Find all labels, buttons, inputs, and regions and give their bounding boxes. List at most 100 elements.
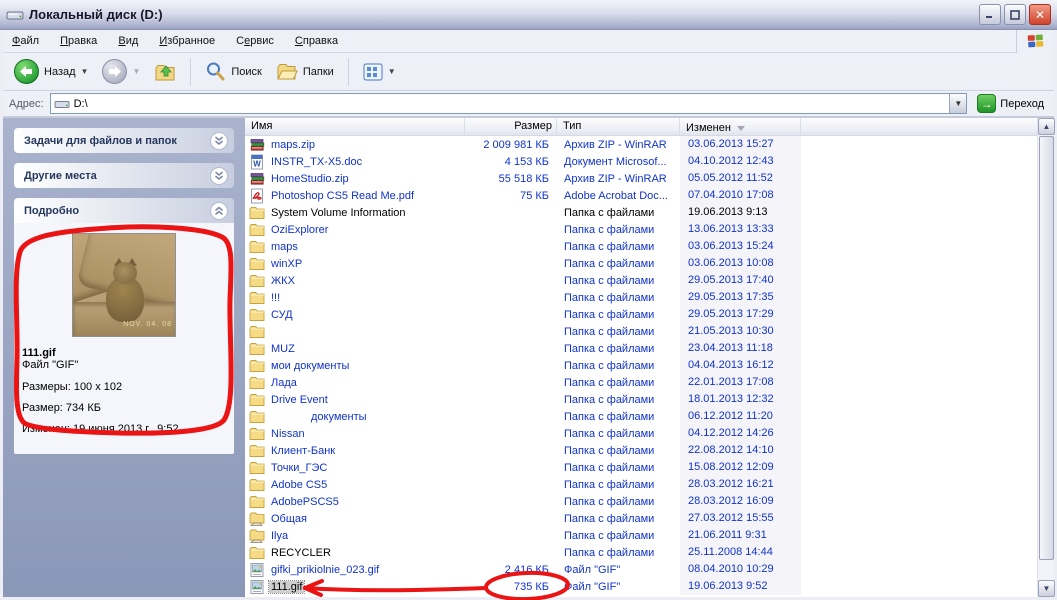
- folder-icon: [249, 426, 265, 442]
- toolbar-separator: [190, 58, 191, 86]
- table-row[interactable]: ЖКХ Папка с файлами 29.05.2013 17:40: [245, 272, 1037, 289]
- up-button[interactable]: [149, 58, 181, 86]
- forward-button[interactable]: ▼: [97, 56, 145, 87]
- file-type: Папка с файлами: [557, 258, 680, 270]
- address-value: D:\: [74, 98, 88, 110]
- file-name: Точки_ГЭС: [269, 462, 329, 474]
- file-modified: 03.06.2013 10:08: [680, 255, 801, 272]
- close-button[interactable]: ✕: [1029, 4, 1051, 25]
- chevron-down-icon[interactable]: [210, 167, 228, 185]
- panel-details-header[interactable]: Подробно: [14, 198, 234, 223]
- search-button[interactable]: Поиск: [200, 58, 266, 85]
- file-type: Папка с файлами: [557, 530, 680, 542]
- table-row[interactable]: СУД Папка с файлами 29.05.2013 17:29: [245, 306, 1037, 323]
- table-row[interactable]: документы Папка с файлами 06.12.2012 11:…: [245, 408, 1037, 425]
- table-row[interactable]: gifki_prikiolnie_023.gif 2 416 КБ Файл "…: [245, 561, 1037, 578]
- gif-icon: [249, 562, 265, 578]
- table-row[interactable]: Photoshop CS5 Read Me.pdf 75 КБ Adobe Ac…: [245, 187, 1037, 204]
- file-name: мои документы: [269, 360, 351, 372]
- column-header-modified[interactable]: Изменен: [680, 118, 801, 135]
- folders-button[interactable]: Папки: [271, 59, 339, 85]
- file-modified: 04.12.2012 14:26: [680, 425, 801, 442]
- chevron-down-icon[interactable]: [210, 132, 228, 150]
- scroll-down-icon[interactable]: ▼: [1038, 580, 1055, 597]
- table-row[interactable]: RECYCLER Папка с файлами 25.11.2008 14:4…: [245, 544, 1037, 561]
- table-row[interactable]: maps Папка с файлами 03.06.2013 15:24: [245, 238, 1037, 255]
- file-type: Adobe Acrobat Doc...: [557, 190, 680, 202]
- table-row[interactable]: Папка с файлами 21.05.2013 10:30: [245, 323, 1037, 340]
- file-modified: 27.03.2012 15:55: [680, 510, 801, 527]
- table-row[interactable]: maps.zip 2 009 981 КБ Архив ZIP - WinRAR…: [245, 136, 1037, 153]
- panel-file-tasks-header[interactable]: Задачи для файлов и папок: [14, 128, 234, 153]
- back-dropdown-icon[interactable]: ▼: [81, 67, 89, 76]
- column-header-name[interactable]: Имя: [245, 118, 465, 135]
- file-modified: 23.04.2013 11:18: [680, 340, 801, 357]
- menu-item[interactable]: Справка: [286, 31, 347, 51]
- minimize-button[interactable]: [979, 4, 1001, 25]
- file-type: Папка с файлами: [557, 292, 680, 304]
- scrollbar-thumb[interactable]: [1039, 136, 1054, 560]
- table-row[interactable]: winXP Папка с файлами 03.06.2013 10:08: [245, 255, 1037, 272]
- file-name: MUZ: [269, 343, 297, 355]
- scroll-up-icon[interactable]: ▲: [1038, 118, 1055, 135]
- table-row[interactable]: OziExplorer Папка с файлами 13.06.2013 1…: [245, 221, 1037, 238]
- details-filename: 111.gif: [22, 347, 226, 359]
- maximize-button[interactable]: [1004, 4, 1026, 25]
- table-row[interactable]: Лада Папка с файлами 22.01.2013 17:08: [245, 374, 1037, 391]
- file-modified: 07.04.2010 17:08: [680, 187, 801, 204]
- chevron-up-icon[interactable]: [210, 202, 228, 220]
- table-row[interactable]: !!! Папка с файлами 29.05.2013 17:35: [245, 289, 1037, 306]
- table-row[interactable]: Общая Папка с файлами 27.03.2012 15:55: [245, 510, 1037, 527]
- folders-label: Папки: [303, 66, 334, 78]
- file-type: Документ Microsof...: [557, 156, 680, 168]
- address-dropdown-button[interactable]: ▼: [949, 94, 966, 113]
- file-name: RECYCLER: [269, 547, 333, 559]
- menu-item[interactable]: Сервис: [227, 31, 283, 51]
- menu-item[interactable]: Файл: [3, 31, 48, 51]
- column-header-size[interactable]: Размер: [465, 118, 557, 135]
- file-type: Папка с файлами: [557, 428, 680, 440]
- table-row[interactable]: WINSTR_TX-X5.doc 4 153 КБ Документ Micro…: [245, 153, 1037, 170]
- views-dropdown-icon[interactable]: ▼: [388, 67, 396, 76]
- table-row-selected[interactable]: 111.gif 735 КБ Файл "GIF" 19.06.2013 9:5…: [245, 578, 1037, 595]
- file-type: Папка с файлами: [557, 445, 680, 457]
- table-row[interactable]: System Volume Information Папка с файлам…: [245, 204, 1037, 221]
- go-label: Переход: [1000, 98, 1044, 110]
- menu-item[interactable]: Избранное: [150, 31, 224, 51]
- file-type: Папка с файлами: [557, 513, 680, 525]
- title-bar[interactable]: Локальный диск (D:) ✕: [0, 0, 1057, 30]
- table-row[interactable]: Nissan Папка с файлами 04.12.2012 14:26: [245, 425, 1037, 442]
- file-name: HomeStudio.zip: [269, 173, 351, 185]
- table-row[interactable]: MUZ Папка с файлами 23.04.2013 11:18: [245, 340, 1037, 357]
- table-row[interactable]: Клиент-Банк Папка с файлами 22.08.2012 1…: [245, 442, 1037, 459]
- menu-bar: Файл Правка Вид Избранное Сервис Справка: [3, 30, 1054, 53]
- file-modified: 06.12.2012 11:20: [680, 408, 801, 425]
- menu-item[interactable]: Правка: [51, 31, 106, 51]
- column-header-type[interactable]: Тип: [557, 118, 680, 135]
- file-type: Папка с файлами: [557, 309, 680, 321]
- panel-other-places-header[interactable]: Другие места: [14, 163, 234, 188]
- file-modified: 29.05.2013 17:40: [680, 272, 801, 289]
- address-bar: Адрес: D:\ ▼ → Переход: [3, 91, 1054, 118]
- table-row[interactable]: Drive Event Папка с файлами 18.01.2013 1…: [245, 391, 1037, 408]
- table-row[interactable]: мои документы Папка с файлами 04.04.2013…: [245, 357, 1037, 374]
- forward-dropdown-icon[interactable]: ▼: [132, 67, 140, 76]
- file-type: Папка с файлами: [557, 275, 680, 287]
- table-row[interactable]: HomeStudio.zip 55 518 КБ Архив ZIP - Win…: [245, 170, 1037, 187]
- folder-icon: [249, 341, 265, 357]
- sort-desc-icon: [737, 126, 745, 131]
- file-name: INSTR_TX-X5.doc: [269, 156, 364, 168]
- vertical-scrollbar[interactable]: ▲ ▼: [1037, 118, 1054, 597]
- back-button[interactable]: Назад ▼: [9, 56, 93, 87]
- file-modified: 03.06.2013 15:27: [680, 136, 801, 153]
- views-button[interactable]: ▼: [358, 60, 401, 84]
- address-input[interactable]: D:\ ▼: [50, 93, 968, 114]
- table-row[interactable]: AdobePSCS5 Папка с файлами 28.03.2012 16…: [245, 493, 1037, 510]
- file-modified: 18.01.2013 12:32: [680, 391, 801, 408]
- go-button[interactable]: → Переход: [973, 94, 1048, 113]
- menu-item[interactable]: Вид: [109, 31, 147, 51]
- table-row[interactable]: Adobe CS5 Папка с файлами 28.03.2012 16:…: [245, 476, 1037, 493]
- address-label: Адрес:: [9, 98, 44, 110]
- table-row[interactable]: Ilya Папка с файлами 21.06.2011 9:31: [245, 527, 1037, 544]
- table-row[interactable]: Точки_ГЭС Папка с файлами 15.08.2012 12:…: [245, 459, 1037, 476]
